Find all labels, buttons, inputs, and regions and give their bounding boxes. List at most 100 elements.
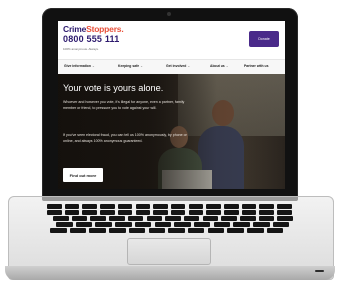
laptop-device: CrimeStoppers. 0800 555 111 100% anonymo…	[0, 0, 345, 286]
nav-item-partner-with-us[interactable]: Partner with us	[244, 64, 269, 68]
keyboard-key	[170, 204, 186, 209]
nav-item-give-information[interactable]: Give information⌄	[64, 64, 95, 68]
keyboard-key	[272, 222, 290, 227]
keyboard-key	[47, 204, 62, 209]
keyboard-key	[71, 216, 88, 221]
keyboard-key	[153, 210, 168, 215]
keyboard-key	[224, 210, 239, 215]
keyboard-key	[258, 216, 275, 221]
keyboard-key	[75, 222, 93, 227]
keyboard-key	[207, 228, 225, 233]
keyboard-key	[109, 216, 125, 221]
logo-text-crime: Crime	[63, 24, 87, 34]
keyboard-key	[148, 228, 165, 233]
logo-text-stoppers: Stoppers.	[86, 24, 124, 34]
nav-item-label: Get involved	[166, 64, 187, 68]
keyboard-key	[127, 216, 144, 221]
keyboard-key	[193, 222, 211, 227]
keyboard-key	[221, 216, 237, 221]
keyboard-key	[259, 204, 274, 209]
nav-item-label: Partner with us	[244, 64, 269, 68]
keyboard-key	[53, 216, 69, 221]
keyboard-key	[89, 228, 106, 233]
laptop-base-front	[5, 266, 335, 280]
nav-item-get-involved[interactable]: Get involved⌄	[166, 64, 190, 68]
keyboard-key	[170, 210, 186, 215]
keyboard-key	[277, 216, 293, 221]
keyboard-key	[253, 222, 270, 227]
phone-number[interactable]: 0800 555 111	[63, 34, 119, 44]
keyboard-key	[117, 210, 133, 215]
keyboard-key	[227, 228, 244, 233]
status-light	[315, 270, 324, 272]
keyboard-key	[128, 228, 146, 233]
keyboard-key	[183, 216, 200, 221]
site-header: CrimeStoppers. 0800 555 111 100% anonymo…	[58, 21, 285, 59]
keyboard-key	[241, 204, 257, 209]
keyboard-key	[69, 228, 87, 233]
keyboard-key	[202, 216, 219, 221]
nav-item-label: About us	[210, 64, 225, 68]
webcam-icon	[167, 12, 171, 16]
donate-button[interactable]: Donate	[249, 31, 279, 47]
keyboard-key	[188, 204, 204, 209]
nav-item-label: Keeping safe	[118, 64, 140, 68]
chevron-down-icon: ⌄	[225, 64, 229, 68]
keyboard-key	[50, 228, 67, 233]
keyboard-key	[134, 222, 152, 227]
chevron-down-icon: ⌄	[91, 64, 95, 68]
keyboard-key	[259, 210, 274, 215]
chevron-down-icon: ⌄	[187, 64, 191, 68]
keyboard-key	[117, 204, 133, 209]
keyboard-key	[247, 228, 264, 233]
keyboard-key	[174, 222, 191, 227]
keyboard-key	[233, 222, 250, 227]
keyboard-key	[224, 204, 239, 209]
nav-item-about-us[interactable]: About us⌄	[210, 64, 229, 68]
trackpad	[127, 238, 211, 265]
keyboard-key	[168, 228, 185, 233]
keyboard-key	[56, 222, 73, 227]
chevron-down-icon: ⌄	[140, 64, 143, 68]
keyboard-key	[135, 204, 150, 209]
keyboard-key	[213, 222, 231, 227]
keyboard-key	[135, 210, 150, 215]
keyboard-key	[206, 204, 221, 209]
keyboard-key	[187, 228, 205, 233]
keyboard-key	[266, 228, 284, 233]
nav-item-label: Give information	[64, 64, 91, 68]
keyboard-key	[95, 222, 112, 227]
keyboard	[46, 204, 296, 236]
keyboard-key	[64, 210, 80, 215]
keyboard-key	[109, 228, 126, 233]
keyboard-key	[146, 216, 162, 221]
keyboard-key	[206, 210, 221, 215]
keyboard-key	[153, 204, 168, 209]
keyboard-key	[240, 216, 256, 221]
keyboard-key	[100, 204, 115, 209]
laptop-hinge	[42, 197, 298, 201]
keyboard-key	[64, 204, 80, 209]
keyboard-key	[241, 210, 257, 215]
keyboard-key	[277, 210, 292, 215]
find-out-more-button[interactable]: Find out more	[63, 168, 103, 182]
tagline: 100% anonymous. Always.	[63, 47, 99, 51]
main-nav: Give information⌄ Keeping safe⌄ Get invo…	[58, 59, 285, 75]
keyboard-key	[277, 204, 292, 209]
nav-item-keeping-safe[interactable]: Keeping safe⌄	[118, 64, 143, 68]
keyboard-key	[188, 210, 204, 215]
keyboard-key	[115, 222, 132, 227]
hero-paragraph-2: If you've seen electoral fraud, you can …	[63, 133, 187, 143]
keyboard-key	[82, 204, 97, 209]
keyboard-key	[82, 210, 97, 215]
keyboard-key	[47, 210, 62, 215]
keyboard-key	[165, 216, 181, 221]
crimestoppers-logo[interactable]: CrimeStoppers.	[63, 24, 124, 34]
keyboard-key	[154, 222, 171, 227]
keyboard-key	[90, 216, 106, 221]
laptop-screen: CrimeStoppers. 0800 555 111 100% anonymo…	[58, 21, 285, 189]
keyboard-key	[100, 210, 115, 215]
hero-paragraph-1: Whoever and however you vote, it's illeg…	[63, 100, 185, 110]
hero-banner: Your vote is yours alone. Whoever and ho…	[58, 74, 285, 189]
hero-title: Your vote is yours alone.	[63, 83, 164, 93]
